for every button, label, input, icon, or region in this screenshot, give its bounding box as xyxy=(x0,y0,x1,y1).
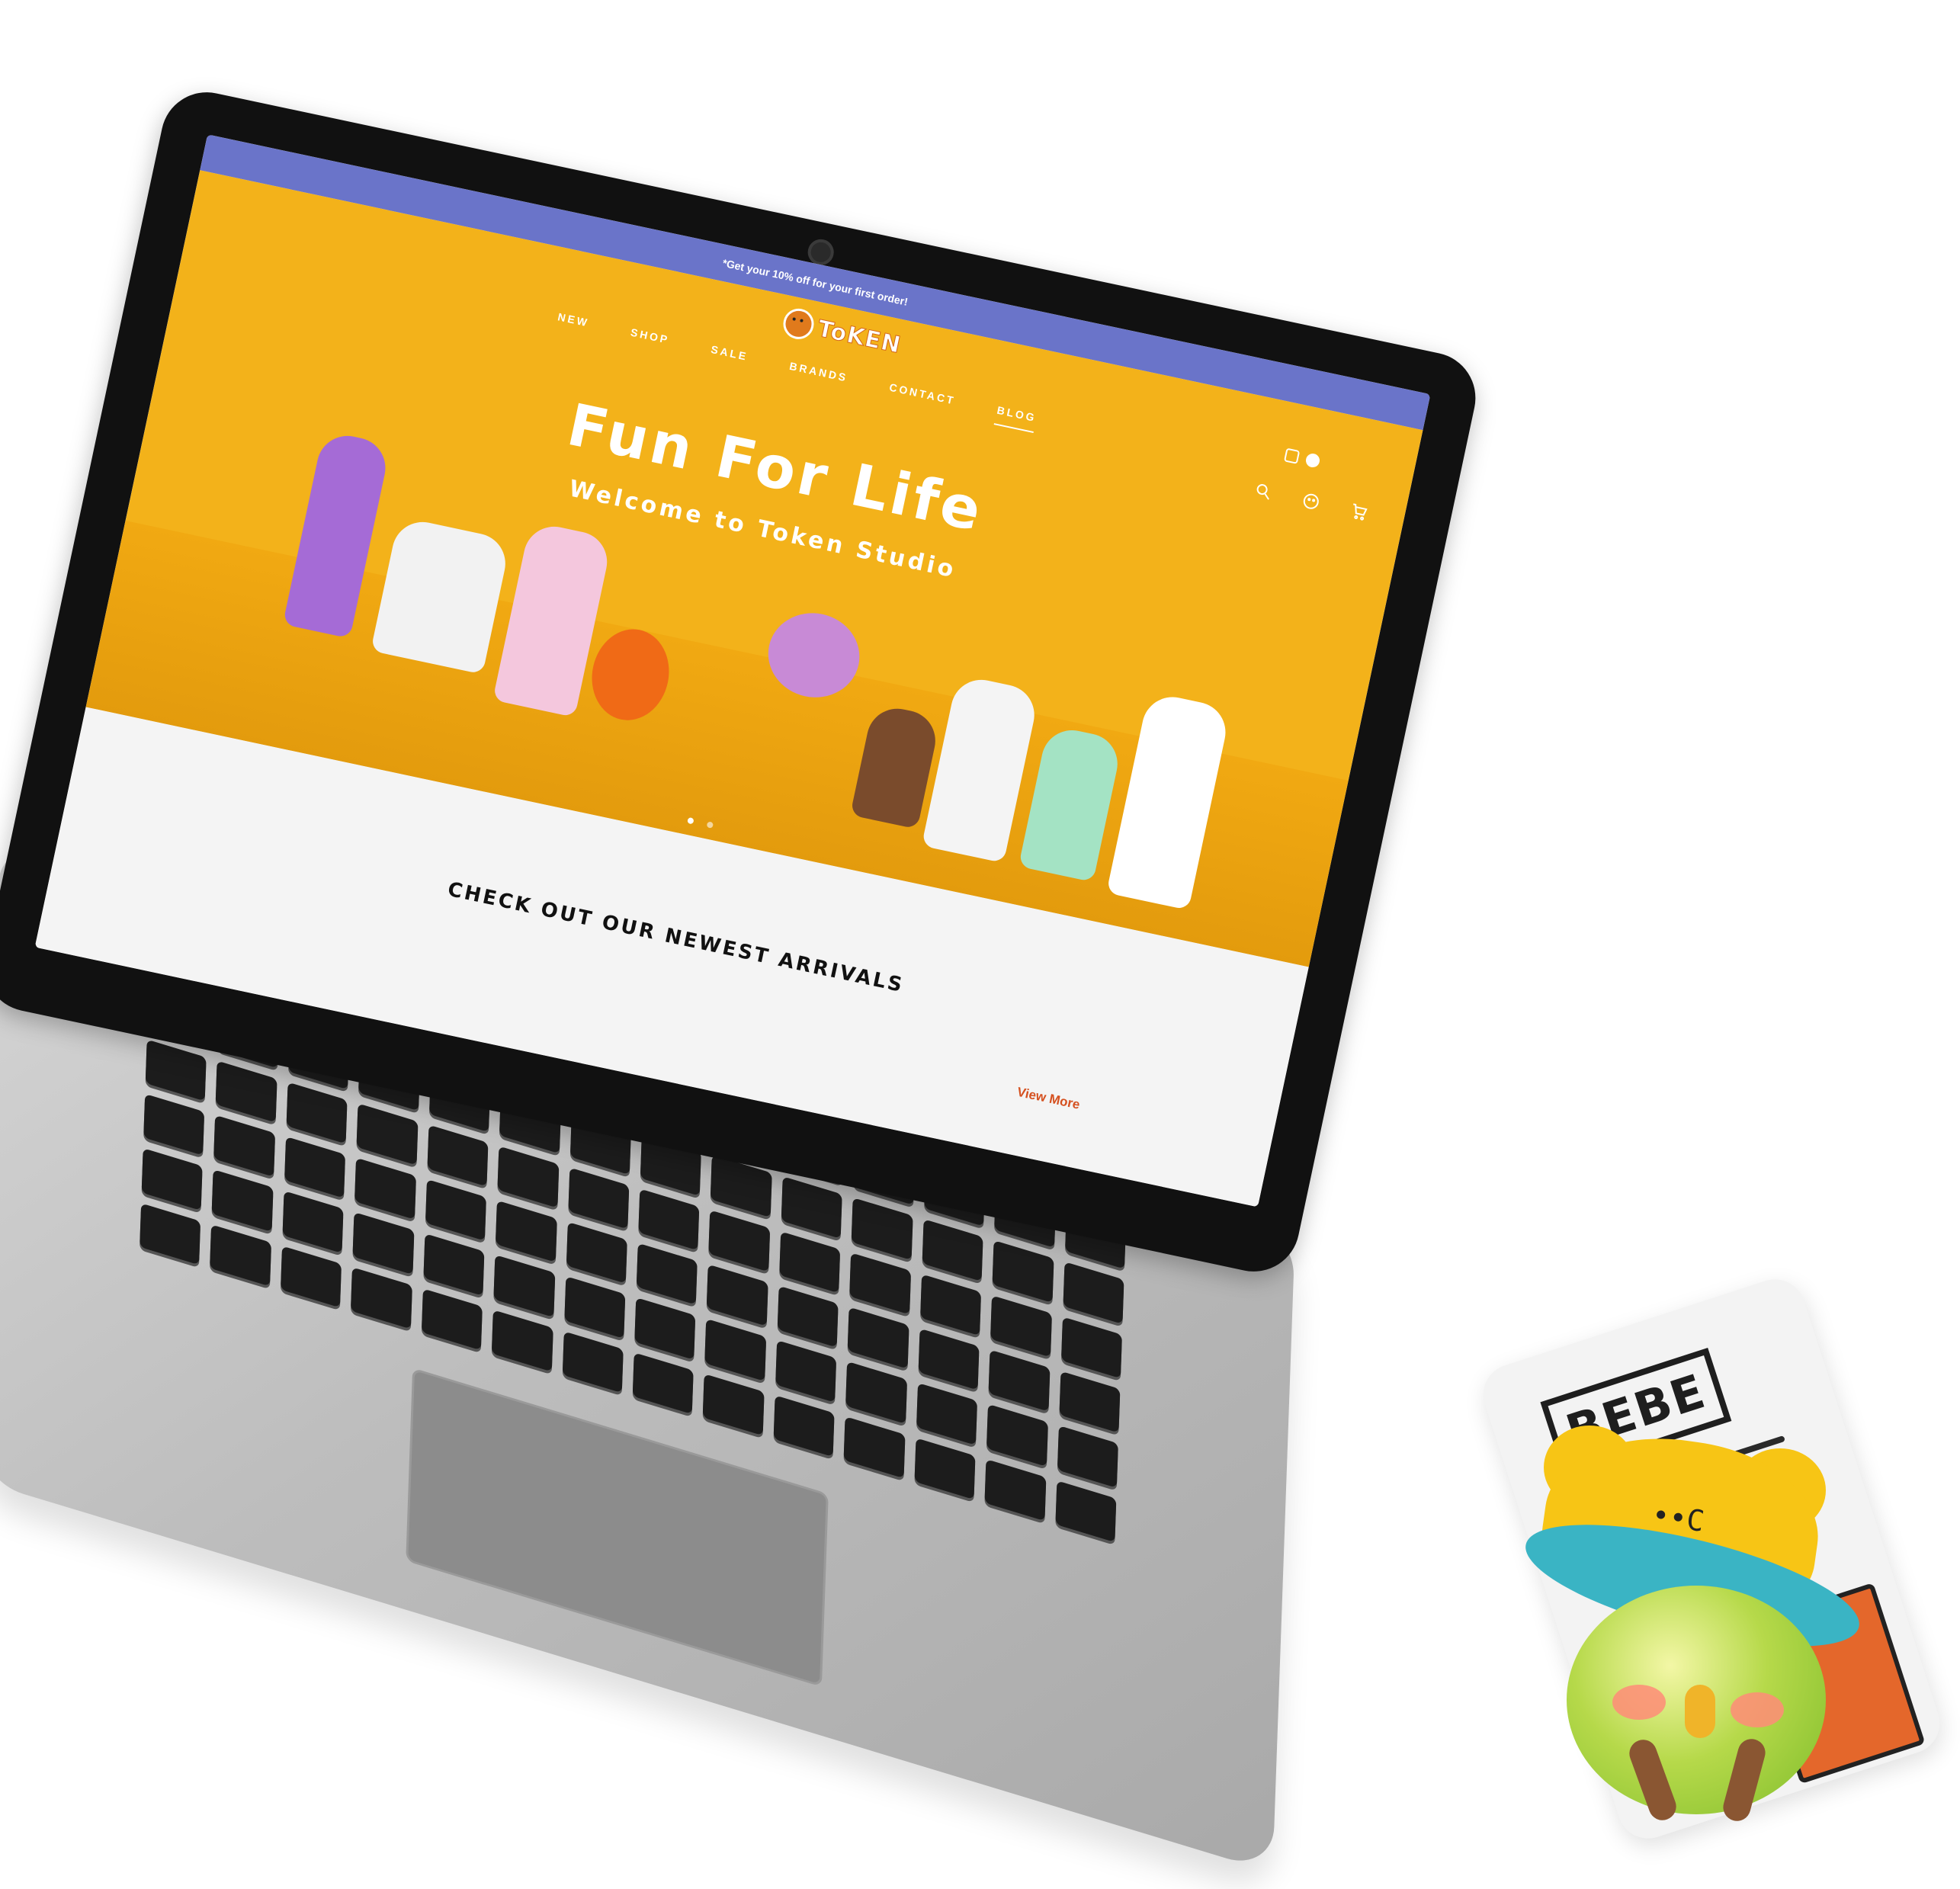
keyboard-key xyxy=(919,1273,982,1336)
keyboard-key xyxy=(497,1146,559,1208)
logo-mascot-icon xyxy=(780,306,817,342)
keyboard-key xyxy=(425,1179,487,1242)
cheek-right xyxy=(1731,1692,1784,1727)
keyboard-key xyxy=(849,1252,911,1315)
slider-dot-1[interactable] xyxy=(687,817,695,825)
bird-body xyxy=(1567,1586,1826,1824)
keyboard-key xyxy=(566,1221,627,1284)
keyboard-key xyxy=(703,1373,765,1436)
keyboard-key xyxy=(1059,1371,1121,1433)
keyboard-key xyxy=(145,1039,207,1102)
keyboard-key xyxy=(280,1245,342,1308)
keyboard-key xyxy=(847,1307,909,1370)
keyboard-key xyxy=(286,1082,348,1144)
browser-viewport: *Get your 10% off for your first order! … xyxy=(34,134,1431,1207)
keyboard-key xyxy=(354,1157,416,1220)
keyboard-key xyxy=(992,1240,1054,1303)
keyboard-key xyxy=(1054,1480,1117,1543)
keyboard-key xyxy=(140,1202,201,1265)
keyboard-key xyxy=(563,1276,626,1339)
keyboard-key xyxy=(491,1309,553,1372)
keyboard-key xyxy=(922,1219,983,1281)
view-more-link[interactable]: View More xyxy=(1015,1085,1081,1113)
keyboard-key xyxy=(351,1266,412,1329)
keyboard-key xyxy=(423,1233,485,1296)
keyboard-key xyxy=(352,1212,415,1275)
keyboard-key xyxy=(632,1352,695,1415)
nav-blog[interactable]: BLOG xyxy=(993,403,1038,433)
keyboard-key xyxy=(562,1330,624,1393)
account-icon[interactable] xyxy=(1301,491,1322,512)
keyboard-key xyxy=(1057,1426,1118,1488)
logo-text: ToKEN xyxy=(815,315,904,359)
keyboard-key xyxy=(356,1103,419,1166)
keyboard-key xyxy=(493,1255,555,1317)
keyboard-key xyxy=(777,1285,839,1349)
keyboard-key xyxy=(988,1349,1051,1412)
keyboard-key xyxy=(986,1404,1048,1467)
cart-icon[interactable] xyxy=(1348,501,1369,522)
keyboard-key xyxy=(567,1167,630,1230)
keyboard-key xyxy=(210,1224,271,1287)
keyboard-key xyxy=(143,1093,205,1156)
keyboard-key xyxy=(636,1243,698,1306)
keyboard-key xyxy=(851,1198,913,1260)
keyboard-key xyxy=(918,1328,980,1391)
keyboard-key xyxy=(843,1416,906,1479)
keyboard-key xyxy=(421,1288,483,1351)
nav-shop[interactable]: SHOP xyxy=(627,326,671,355)
nav-new[interactable]: NEW xyxy=(555,310,590,338)
nav-brands[interactable]: BRANDS xyxy=(787,360,849,393)
keyboard-key xyxy=(282,1191,344,1253)
keyboard-key xyxy=(1060,1316,1122,1379)
bebe-toy-figure: BEBE ••C xyxy=(1475,1271,1948,1847)
keyboard-key xyxy=(775,1340,837,1403)
keyboard-key xyxy=(914,1437,976,1500)
keyboard-key xyxy=(213,1114,275,1178)
keyboard-key xyxy=(773,1394,835,1458)
keyboard-key xyxy=(284,1136,346,1199)
keyboard-key xyxy=(496,1200,557,1263)
beak xyxy=(1685,1685,1715,1738)
keyboard-key xyxy=(781,1176,842,1239)
keyboard-key xyxy=(427,1124,489,1187)
keyboard-key xyxy=(845,1361,907,1424)
keyboard-key xyxy=(708,1209,771,1272)
keyboard-key xyxy=(634,1297,696,1360)
keyboard-key xyxy=(1063,1262,1124,1324)
keyboard-key xyxy=(141,1148,204,1211)
nav-contact[interactable]: CONTACT xyxy=(887,381,957,416)
nav-sale[interactable]: SALE xyxy=(708,343,749,372)
keyboard-key xyxy=(990,1294,1052,1358)
keyboard-key xyxy=(779,1230,841,1294)
cheek-left xyxy=(1612,1685,1666,1720)
facebook-icon[interactable] xyxy=(1304,452,1321,469)
slider-dot-2[interactable] xyxy=(706,821,714,829)
keyboard-key xyxy=(707,1264,768,1327)
keyboard-key xyxy=(984,1458,1047,1522)
keyboard-key xyxy=(216,1060,277,1123)
keyboard-key xyxy=(704,1319,767,1381)
search-icon[interactable] xyxy=(1253,480,1274,502)
keyboard-key xyxy=(638,1188,700,1251)
paw-right xyxy=(1720,1736,1769,1824)
instagram-icon[interactable] xyxy=(1283,447,1301,464)
keyboard-key xyxy=(212,1169,274,1232)
keyboard-key xyxy=(916,1383,978,1445)
